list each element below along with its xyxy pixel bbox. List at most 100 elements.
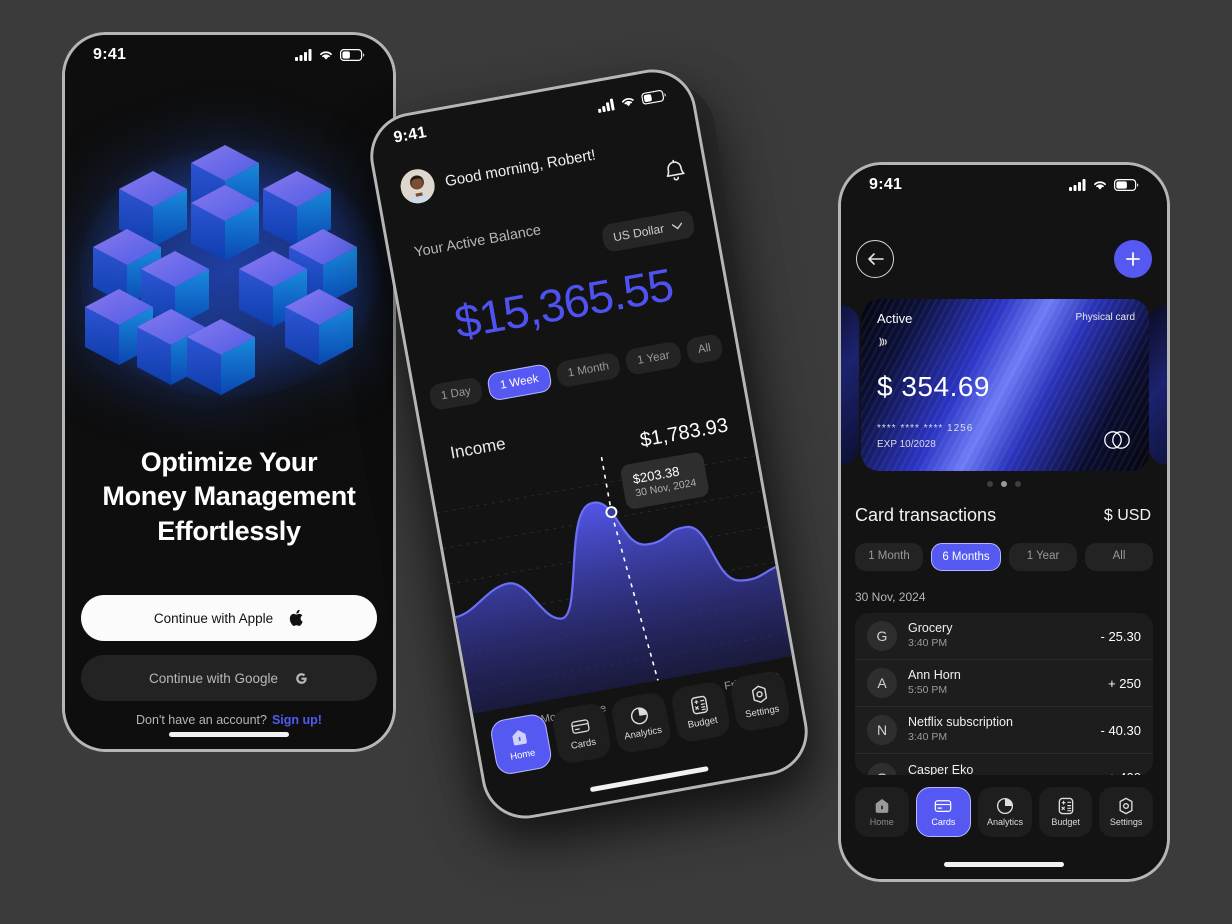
pagination-dot-active[interactable] [1001, 481, 1007, 487]
greeting-text: Good morning, Robert! [443, 145, 597, 190]
chart-svg [436, 454, 798, 714]
signup-prompt-row: Don't have an account? Sign up! [65, 713, 393, 727]
tab-cards-label: Cards [570, 736, 597, 752]
transaction-avatar: N [867, 715, 897, 745]
cellular-signal-icon [1069, 179, 1086, 191]
range-chip-1-week[interactable]: 1 Week [486, 363, 553, 402]
currency-selector[interactable]: US Dollar [600, 209, 696, 254]
tab-cards[interactable]: Cards [550, 701, 613, 766]
pie-chart-icon [631, 707, 649, 725]
signup-link[interactable]: Sign up! [272, 713, 322, 727]
home-indicator [944, 862, 1064, 867]
tab-analytics-label: Analytics [623, 724, 663, 743]
transaction-name: Grocery [908, 621, 953, 636]
tab-settings-label: Settings [744, 703, 781, 721]
income-area-chart[interactable]: $203.38 30 Nov, 2024 [432, 430, 798, 714]
tab-analytics[interactable]: Analytics [609, 690, 673, 755]
card-type-label: Physical card [1075, 312, 1135, 323]
transactions-date-header: 30 Nov, 2024 [855, 590, 926, 604]
phone-cards: 9:41 Active Physical card $ 354.69 **** … [838, 162, 1170, 882]
battery-icon [641, 89, 666, 105]
status-icons [1069, 179, 1139, 191]
avatar[interactable] [397, 166, 438, 207]
headline-line-2: Money Management [102, 481, 356, 512]
status-icons [295, 49, 365, 61]
tab-home[interactable]: Home [488, 712, 554, 777]
transaction-amount: - 25.30 [1100, 628, 1141, 644]
transaction-amount: + 400 [1108, 770, 1141, 775]
range-chip-1-year[interactable]: 1 Year [624, 340, 683, 376]
table-row[interactable]: G Casper Eko 7:10 AM + 400 [855, 754, 1153, 775]
add-card-button[interactable] [1114, 240, 1152, 278]
continue-with-apple-button[interactable]: Continue with Apple [81, 595, 377, 641]
home-icon [512, 730, 528, 746]
section-title: Card transactions [855, 505, 997, 525]
transaction-time: 3:40 PM [908, 636, 948, 649]
cards-screen: 9:41 Active Physical card $ 354.69 **** … [841, 165, 1167, 879]
tab-budget[interactable]: Budget [669, 680, 733, 744]
carousel-pagination [841, 481, 1167, 487]
onboarding-screen: 9:41 Optimize Your Money Management Effo… [65, 35, 393, 749]
user-avatar-icon [397, 166, 438, 207]
tab-cards-label: Cards [931, 817, 956, 827]
range-chip-1-month[interactable]: 1 Month [554, 351, 623, 389]
tab-budget-label: Budget [1051, 817, 1080, 827]
home-screen: 9:41 Good morning, Robert! Your Active B… [366, 65, 812, 823]
card-previous[interactable] [841, 305, 859, 465]
tab-analytics-label: Analytics [986, 817, 1023, 827]
tab-settings[interactable]: Settings [1099, 787, 1153, 837]
tab-home-label: Home [869, 817, 894, 827]
tab-analytics[interactable]: Analytics [978, 787, 1032, 837]
tab-budget[interactable]: Budget [1038, 787, 1093, 837]
transaction-name: Casper Eko [908, 762, 974, 775]
back-button[interactable] [856, 240, 894, 278]
filter-chip-1-month[interactable]: 1 Month [855, 543, 923, 571]
card-icon [935, 800, 952, 813]
card-carousel[interactable]: Active Physical card $ 354.69 **** **** … [841, 299, 1167, 471]
card-icon [571, 719, 590, 734]
mastercard-logo-icon [1101, 430, 1133, 455]
hero-illustration [65, 113, 393, 423]
google-button-label: Continue with Google [148, 670, 279, 686]
continue-with-google-button[interactable]: Continue with Google [81, 655, 377, 701]
pagination-dot[interactable] [1015, 481, 1021, 487]
transaction-amount: + 250 [1108, 675, 1141, 691]
wifi-icon [1094, 181, 1106, 190]
status-time: 9:41 [869, 176, 903, 193]
bank-card[interactable]: Active Physical card $ 354.69 **** **** … [861, 299, 1149, 471]
battery-icon [1114, 179, 1139, 191]
tab-settings-label: Settings [1109, 817, 1143, 827]
gear-icon [751, 685, 767, 703]
apple-logo-icon [289, 609, 303, 626]
tab-cards[interactable]: Cards [915, 787, 972, 837]
table-row[interactable]: N Netflix subscription 3:40 PM - 40.30 [855, 707, 1153, 754]
tab-home[interactable]: Home [855, 787, 909, 837]
home-indicator [589, 766, 709, 793]
notification-bell-icon[interactable] [662, 158, 689, 190]
filter-chip-6-months[interactable]: 6 Months [931, 543, 1001, 571]
status-time: 9:41 [392, 123, 428, 147]
transaction-info: Casper Eko 7:10 AM [908, 763, 1108, 775]
filter-chip-all[interactable]: All [1085, 543, 1153, 571]
tab-settings[interactable]: Settings [729, 669, 792, 734]
table-row[interactable]: G Grocery 3:40 PM - 25.30 [855, 613, 1153, 660]
glass-cubes-icon [79, 145, 379, 398]
transaction-info: Ann Horn 5:50 PM [908, 668, 1108, 697]
pagination-dot[interactable] [987, 481, 993, 487]
range-chip-1-day[interactable]: 1 Day [428, 376, 484, 412]
status-bar: 9:41 [65, 35, 393, 75]
headline-line-1: Optimize Your [140, 447, 318, 477]
section-currency: $ USD [1103, 507, 1151, 524]
range-chip-all[interactable]: All [685, 333, 724, 365]
apple-button-label: Continue with Apple [153, 610, 274, 626]
filter-chip-1-year[interactable]: 1 Year [1009, 543, 1077, 571]
page-title: Optimize Your Money Management Effortles… [87, 445, 371, 548]
table-row[interactable]: A Ann Horn 5:50 PM + 250 [855, 660, 1153, 707]
balance-label: Your Active Balance [412, 222, 543, 261]
card-next[interactable] [1149, 305, 1167, 465]
status-icons [596, 89, 667, 113]
transactions-list[interactable]: G Grocery 3:40 PM - 25.30 A Ann Horn 5:5… [855, 613, 1153, 775]
tab-home-label: Home [509, 747, 537, 763]
arrow-left-icon [867, 253, 884, 265]
transaction-time: 3:40 PM [908, 730, 948, 743]
